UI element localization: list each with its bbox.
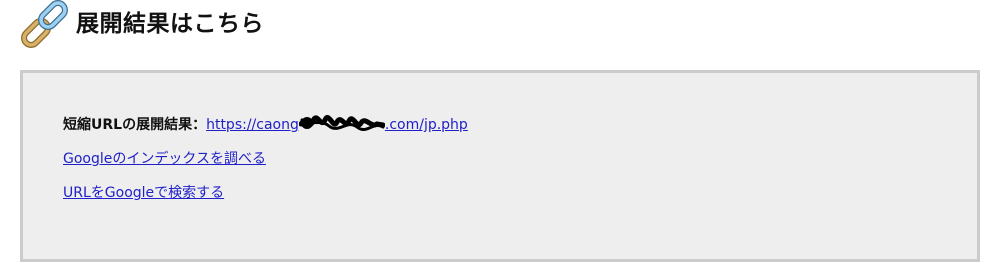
google-search-row: URLをGoogleで検索する [63,184,224,202]
google-index-link[interactable]: Googleのインデックスを調べる [63,151,266,167]
result-panel: 短縮URLの展開結果：https://caong .com/jp.php Goog… [20,70,980,262]
google-search-link[interactable]: URLをGoogleで検索する [63,185,224,201]
redaction-scribble [298,115,385,132]
url-suffix: .com/jp.php [384,117,468,133]
expanded-url-row: 短縮URLの展開結果：https://caong .com/jp.php [63,115,468,134]
chain-link-icon [21,0,68,48]
page-title: 展開結果はこちら [76,11,264,37]
section-heading: 展開結果はこちら [18,0,418,48]
expanded-url-label: 短縮URLの展開結果： [63,117,207,133]
expanded-url-link[interactable]: https://caong .com/jp.php [206,115,468,133]
url-prefix: https://caong [206,117,299,133]
google-index-row: Googleのインデックスを調べる [63,150,266,168]
